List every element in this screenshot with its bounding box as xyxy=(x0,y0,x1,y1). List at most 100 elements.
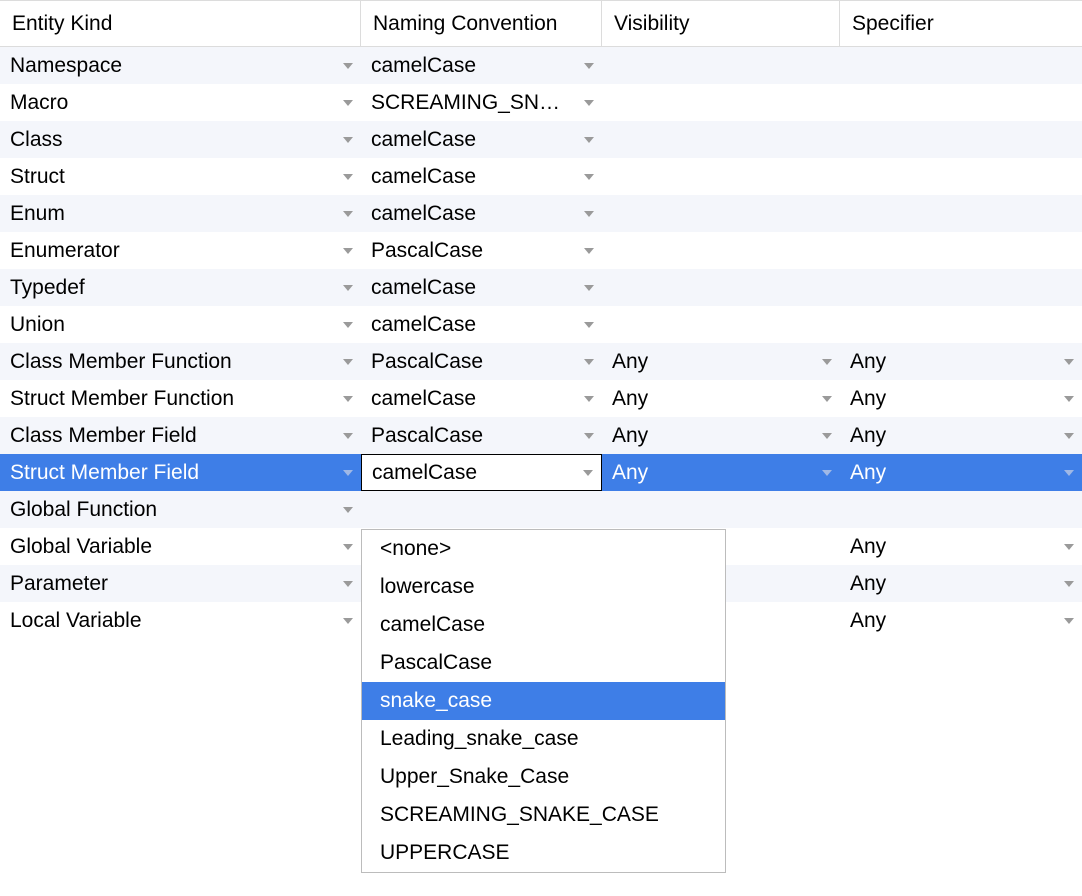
chevron-down-icon xyxy=(341,540,355,554)
naming-cell[interactable]: camelCase xyxy=(361,195,602,232)
entity-kind-cell[interactable]: Class Member Function xyxy=(0,343,361,380)
specifier-cell[interactable]: Any xyxy=(840,343,1082,380)
naming-cell-label: camelCase xyxy=(371,128,578,152)
chevron-down-icon xyxy=(582,207,596,221)
naming-cell[interactable]: PascalCase xyxy=(361,417,602,454)
entity-kind-cell[interactable]: Typedef xyxy=(0,269,361,306)
table-row[interactable]: Macro SCREAMING_SN… xyxy=(0,84,1082,121)
entity-kind-cell[interactable]: Namespace xyxy=(0,47,361,84)
chevron-down-icon xyxy=(820,466,834,480)
naming-cell[interactable]: SCREAMING_SN… xyxy=(361,84,602,121)
naming-cell-label: PascalCase xyxy=(371,239,578,263)
visibility-cell[interactable]: Any xyxy=(602,417,840,454)
dropdown-option[interactable]: PascalCase xyxy=(362,644,725,682)
entity-kind-cell-label: Parameter xyxy=(10,572,337,596)
entity-kind-cell-label: Class Member Function xyxy=(10,350,337,374)
dropdown-option[interactable]: lowercase xyxy=(362,568,725,606)
entity-kind-cell[interactable]: Enumerator xyxy=(0,232,361,269)
dropdown-option[interactable]: SCREAMING_SNAKE_CASE xyxy=(362,796,725,834)
entity-kind-cell[interactable]: Struct xyxy=(0,158,361,195)
table-row[interactable]: Enumerator PascalCase xyxy=(0,232,1082,269)
naming-cell[interactable]: camelCase xyxy=(361,380,602,417)
dropdown-option[interactable]: camelCase xyxy=(362,606,725,644)
entity-kind-cell[interactable]: Parameter xyxy=(0,565,361,602)
naming-cell[interactable]: camelCase xyxy=(361,121,602,158)
table-row[interactable]: Enum camelCase xyxy=(0,195,1082,232)
chevron-down-icon xyxy=(582,281,596,295)
dropdown-option[interactable]: snake_case xyxy=(362,682,725,720)
naming-cell[interactable]: camelCase xyxy=(361,454,602,491)
specifier-cell[interactable]: Any xyxy=(840,380,1082,417)
chevron-down-icon xyxy=(582,318,596,332)
specifier-cell[interactable]: Any xyxy=(840,602,1082,639)
naming-cell-label: camelCase xyxy=(371,387,578,411)
chevron-down-icon xyxy=(582,429,596,443)
naming-cell-label: SCREAMING_SN… xyxy=(371,91,578,115)
naming-cell[interactable]: camelCase xyxy=(361,306,602,343)
visibility-cell[interactable] xyxy=(602,491,840,528)
table-row[interactable]: Struct Member FieldcamelCaseAnyAny xyxy=(0,454,1082,491)
table-row[interactable]: Class Member FunctionPascalCaseAnyAny xyxy=(0,343,1082,380)
entity-kind-cell[interactable]: Global Function xyxy=(0,491,361,528)
specifier-cell xyxy=(840,121,1082,158)
chevron-down-icon xyxy=(341,318,355,332)
header-entity-kind[interactable]: Entity Kind xyxy=(0,1,361,46)
table-row[interactable]: Union camelCase xyxy=(0,306,1082,343)
entity-kind-cell[interactable]: Struct Member Function xyxy=(0,380,361,417)
entity-kind-cell[interactable]: Struct Member Field xyxy=(0,454,361,491)
table-row[interactable]: Global Function xyxy=(0,491,1082,528)
chevron-down-icon xyxy=(582,244,596,258)
chevron-down-icon xyxy=(1062,614,1076,628)
dropdown-option[interactable]: Upper_Snake_Case xyxy=(362,758,725,796)
entity-kind-cell[interactable]: Enum xyxy=(0,195,361,232)
chevron-down-icon xyxy=(341,577,355,591)
specifier-cell-label: Any xyxy=(850,387,1058,411)
header-visibility[interactable]: Visibility xyxy=(602,1,840,46)
header-specifier[interactable]: Specifier xyxy=(840,1,1082,46)
naming-cell[interactable]: PascalCase xyxy=(361,343,602,380)
specifier-cell[interactable]: Any xyxy=(840,528,1082,565)
dropdown-option[interactable]: UPPERCASE xyxy=(362,834,725,872)
naming-cell[interactable]: PascalCase xyxy=(361,232,602,269)
table-row[interactable]: Struct Member Function camelCase Any Any xyxy=(0,380,1082,417)
entity-kind-cell[interactable]: Global Variable xyxy=(0,528,361,565)
dropdown-option[interactable]: Leading_snake_case xyxy=(362,720,725,758)
table-row[interactable]: Namespace camelCase xyxy=(0,47,1082,84)
entity-kind-cell[interactable]: Class Member Field xyxy=(0,417,361,454)
chevron-down-icon xyxy=(1062,577,1076,591)
specifier-cell-label: Any xyxy=(850,461,1058,485)
specifier-cell[interactable] xyxy=(840,491,1082,528)
naming-cell[interactable]: camelCase xyxy=(361,158,602,195)
specifier-cell[interactable]: Any xyxy=(840,565,1082,602)
dropdown-option[interactable]: <none> xyxy=(362,530,725,568)
naming-convention-dropdown[interactable]: <none>lowercasecamelCasePascalCasesnake_… xyxy=(361,529,726,873)
entity-kind-cell-label: Namespace xyxy=(10,54,337,78)
naming-cell-label: camelCase xyxy=(371,202,578,226)
specifier-cell[interactable]: Any xyxy=(840,417,1082,454)
visibility-cell[interactable]: Any xyxy=(602,343,840,380)
entity-kind-cell[interactable]: Union xyxy=(0,306,361,343)
entity-kind-cell[interactable]: Class xyxy=(0,121,361,158)
table-row[interactable]: Class camelCase xyxy=(0,121,1082,158)
specifier-cell[interactable]: Any xyxy=(840,454,1082,491)
chevron-down-icon xyxy=(341,614,355,628)
chevron-down-icon xyxy=(1062,429,1076,443)
chevron-down-icon xyxy=(341,355,355,369)
entity-kind-cell[interactable]: Local Variable xyxy=(0,602,361,639)
specifier-cell-label: Any xyxy=(850,572,1058,596)
naming-cell-label: camelCase xyxy=(371,313,578,337)
table-row[interactable]: Class Member FieldPascalCaseAnyAny xyxy=(0,417,1082,454)
chevron-down-icon xyxy=(341,281,355,295)
chevron-down-icon xyxy=(820,355,834,369)
table-row[interactable]: StructcamelCase xyxy=(0,158,1082,195)
visibility-cell[interactable]: Any xyxy=(602,454,840,491)
table-row[interactable]: TypedefcamelCase xyxy=(0,269,1082,306)
visibility-cell[interactable]: Any xyxy=(602,380,840,417)
naming-cell[interactable]: camelCase xyxy=(361,269,602,306)
naming-cell[interactable]: camelCase xyxy=(361,47,602,84)
specifier-cell xyxy=(840,84,1082,121)
entity-kind-cell[interactable]: Macro xyxy=(0,84,361,121)
naming-cell[interactable] xyxy=(361,491,602,528)
chevron-down-icon xyxy=(581,466,595,480)
header-naming-convention[interactable]: Naming Convention xyxy=(361,1,602,46)
